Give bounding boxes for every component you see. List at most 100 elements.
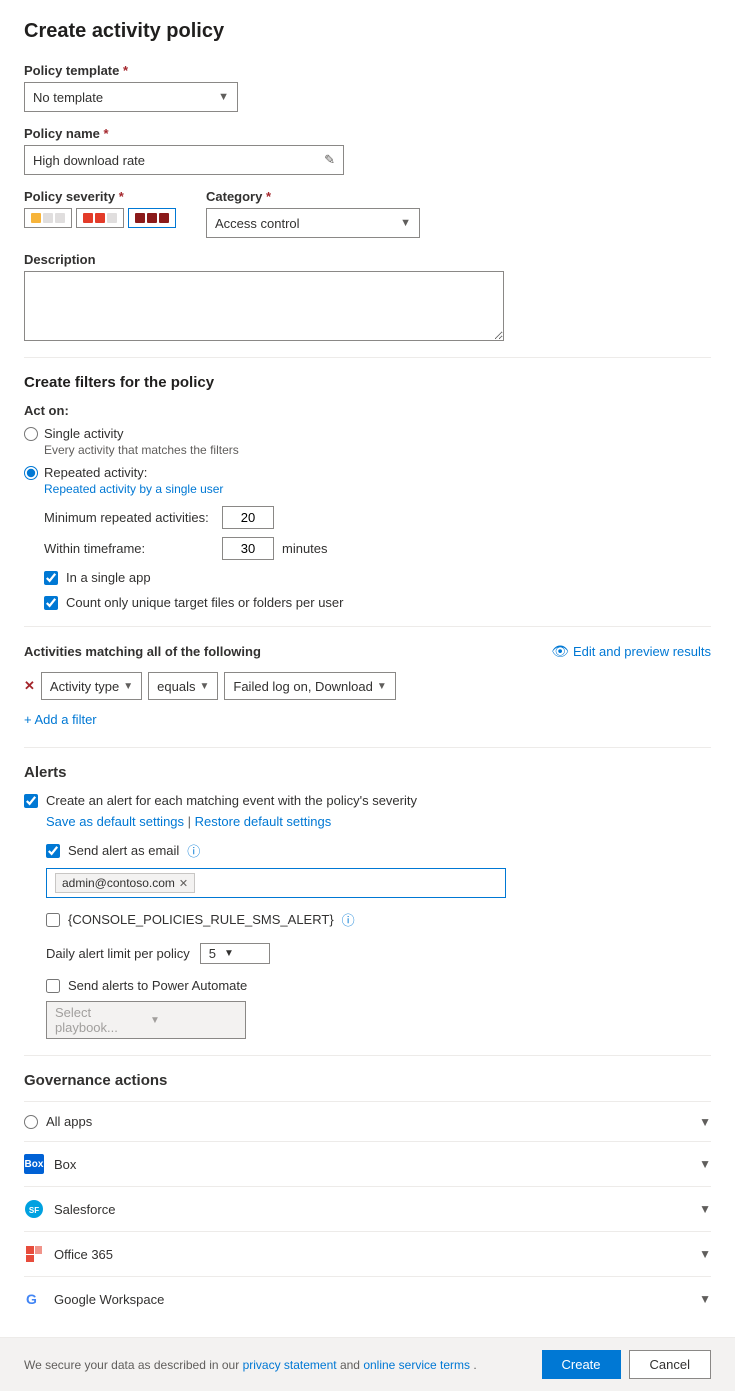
- policy-name-section: Policy name * ✎: [24, 126, 711, 175]
- edit-preview-label: Edit and preview results: [573, 644, 711, 659]
- governance-google-item[interactable]: G Google Workspace ▼: [24, 1276, 711, 1321]
- single-activity-radio[interactable]: [24, 427, 38, 441]
- category-value: Access control: [215, 216, 400, 231]
- operator-dropdown[interactable]: equals ▼: [148, 672, 218, 700]
- activity-type-dropdown[interactable]: Activity type ▼: [41, 672, 142, 700]
- category-chevron-icon: ▼: [400, 217, 411, 229]
- policy-template-dropdown[interactable]: No template ▼: [24, 82, 238, 112]
- all-apps-label: All apps: [46, 1114, 92, 1129]
- google-label: Google Workspace: [54, 1292, 164, 1307]
- all-apps-radio[interactable]: [24, 1115, 38, 1129]
- alerts-section: Alerts Create an alert for each matching…: [24, 764, 711, 1039]
- sev-dot-4: [83, 213, 93, 223]
- policy-name-input-wrapper[interactable]: ✎: [24, 145, 344, 175]
- policy-name-label: Policy name *: [24, 126, 711, 141]
- office365-chevron-icon: ▼: [699, 1247, 711, 1261]
- footer-bar: We secure your data as described in our …: [0, 1337, 735, 1391]
- description-label: Description: [24, 252, 711, 267]
- send-email-checkbox[interactable]: [46, 844, 60, 858]
- governance-salesforce-item[interactable]: SF Salesforce ▼: [24, 1186, 711, 1231]
- edit-preview-btn[interactable]: 👁 Edit and preview results: [551, 643, 711, 660]
- sev-dot-8: [147, 213, 157, 223]
- filter-value-label: Failed log on, Download: [233, 679, 372, 694]
- salesforce-icon: SF: [24, 1199, 44, 1219]
- sms-checkbox[interactable]: [46, 913, 60, 927]
- email-remove-icon[interactable]: ✕: [179, 877, 188, 890]
- footer-text: We secure your data as described in our …: [24, 1358, 477, 1372]
- power-automate-checkbox[interactable]: [46, 979, 60, 993]
- google-item-left: G Google Workspace: [24, 1289, 164, 1309]
- email-tag: admin@contoso.com ✕: [55, 873, 195, 893]
- severity-low-btn[interactable]: [24, 208, 72, 228]
- min-repeated-input[interactable]: [222, 506, 274, 529]
- description-textarea[interactable]: [24, 271, 504, 341]
- send-email-info-icon: ⓘ: [187, 841, 200, 860]
- restore-default-link[interactable]: Restore default settings: [195, 814, 332, 829]
- policy-template-label: Policy template *: [24, 63, 711, 78]
- governance-all-apps-item[interactable]: All apps ▼: [24, 1101, 711, 1141]
- filter-remove-icon[interactable]: ✕: [24, 678, 35, 694]
- filters-section: Create filters for the policy Act on: Si…: [24, 374, 711, 610]
- severity-high-btn[interactable]: [128, 208, 176, 228]
- single-activity-row: Single activity: [24, 426, 711, 441]
- daily-limit-row: Daily alert limit per policy 5 ▼: [46, 943, 711, 964]
- privacy-statement-link[interactable]: privacy statement: [243, 1358, 337, 1372]
- single-activity-sublabel: Every activity that matches the filters: [44, 443, 711, 457]
- svg-text:SF: SF: [29, 1206, 39, 1215]
- divider-4: [24, 1055, 711, 1056]
- svg-text:G: G: [26, 1291, 37, 1307]
- filter-value-chevron-icon: ▼: [377, 681, 387, 692]
- daily-limit-dropdown[interactable]: 5 ▼: [200, 943, 270, 964]
- single-app-label: In a single app: [66, 570, 151, 585]
- repeated-activity-radio[interactable]: [24, 466, 38, 480]
- category-dropdown[interactable]: Access control ▼: [206, 208, 420, 238]
- power-automate-label: Send alerts to Power Automate: [68, 978, 247, 993]
- office365-item-left: Office 365: [24, 1244, 113, 1264]
- within-timeframe-input[interactable]: [222, 537, 274, 560]
- page-title: Create activity policy: [24, 20, 711, 43]
- governance-box-item[interactable]: Box Box ▼: [24, 1141, 711, 1186]
- divider-3: [24, 747, 711, 748]
- activity-type-chevron-icon: ▼: [123, 681, 133, 692]
- single-app-checkbox[interactable]: [44, 571, 58, 585]
- severity-medium-btn[interactable]: [76, 208, 124, 228]
- severity-section: Policy severity *: [24, 189, 176, 228]
- severity-label: Policy severity *: [24, 189, 176, 204]
- minutes-label: minutes: [282, 541, 328, 556]
- playbook-chevron-icon: ▼: [150, 1015, 237, 1026]
- count-unique-checkbox[interactable]: [44, 596, 58, 610]
- cancel-button[interactable]: Cancel: [629, 1350, 711, 1379]
- create-button[interactable]: Create: [542, 1350, 621, 1379]
- all-apps-left: All apps: [24, 1114, 92, 1129]
- eye-icon: 👁: [551, 643, 569, 660]
- sev-dot-5: [95, 213, 105, 223]
- email-input-box[interactable]: admin@contoso.com ✕: [46, 868, 506, 898]
- save-default-link[interactable]: Save as default settings: [46, 814, 184, 829]
- severity-category-row: Policy severity *: [24, 189, 711, 238]
- all-apps-chevron-icon: ▼: [699, 1115, 711, 1129]
- filters-section-title: Create filters for the policy: [24, 374, 711, 391]
- main-alert-row: Create an alert for each matching event …: [24, 793, 711, 808]
- online-service-terms-link[interactable]: online service terms: [363, 1358, 470, 1372]
- daily-limit-value: 5: [209, 946, 216, 961]
- single-app-row: In a single app: [44, 570, 711, 585]
- policy-template-value: No template: [33, 90, 218, 105]
- divider-1: [24, 357, 711, 358]
- main-alert-label: Create an alert for each matching event …: [46, 793, 417, 808]
- governance-office365-item[interactable]: Office 365 ▼: [24, 1231, 711, 1276]
- governance-title: Governance actions: [24, 1072, 711, 1089]
- filter-value-dropdown[interactable]: Failed log on, Download ▼: [224, 672, 395, 700]
- salesforce-label: Salesforce: [54, 1202, 115, 1217]
- add-filter-button[interactable]: + Add a filter: [24, 708, 97, 731]
- policy-name-field[interactable]: [33, 153, 324, 168]
- playbook-select-dropdown[interactable]: Select playbook... ▼: [46, 1001, 246, 1039]
- min-repeated-row: Minimum repeated activities:: [44, 506, 711, 529]
- default-settings-row: Save as default settings | Restore defau…: [46, 814, 711, 829]
- separator: |: [188, 814, 195, 829]
- sms-row: {CONSOLE_POLICIES_RULE_SMS_ALERT} ⓘ: [46, 910, 711, 929]
- sev-dot-9: [159, 213, 169, 223]
- sev-dot-2: [43, 213, 53, 223]
- main-alert-checkbox[interactable]: [24, 794, 38, 808]
- repeated-fields: Minimum repeated activities: Within time…: [44, 506, 711, 560]
- chevron-down-icon: ▼: [218, 91, 229, 103]
